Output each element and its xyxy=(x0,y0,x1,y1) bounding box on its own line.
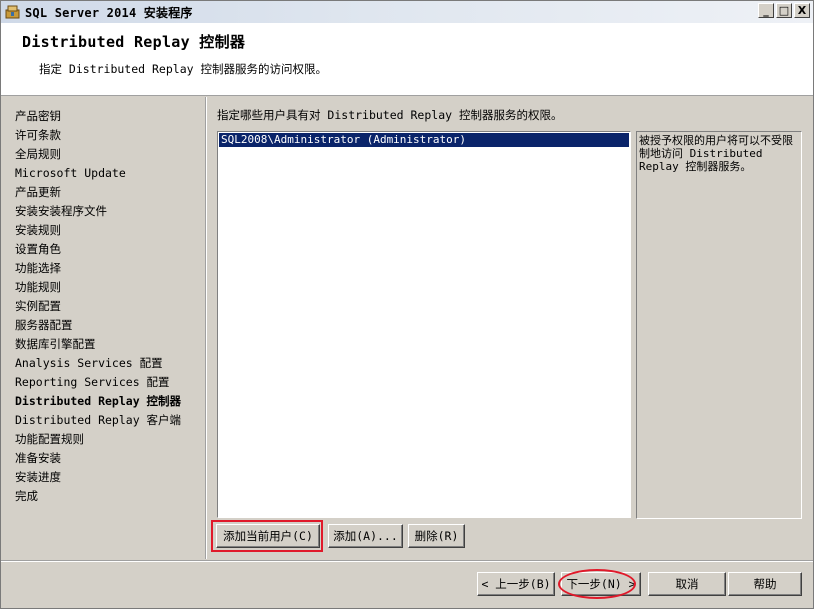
step-item[interactable]: 功能选择 xyxy=(15,259,181,278)
help-button[interactable]: 帮助 xyxy=(728,572,802,596)
page-header: Distributed Replay 控制器 指定 Distributed Re… xyxy=(1,23,813,96)
user-listbox[interactable]: SQL2008\Administrator (Administrator) xyxy=(217,131,631,518)
step-item[interactable]: 安装进度 xyxy=(15,468,181,487)
sql-server-setup-icon xyxy=(5,5,20,19)
step-item[interactable]: 数据库引擎配置 xyxy=(15,335,181,354)
footer-divider xyxy=(1,560,813,562)
step-item[interactable]: 功能规则 xyxy=(15,278,181,297)
step-item[interactable]: Reporting Services 配置 xyxy=(15,373,181,392)
user-list-item[interactable]: SQL2008\Administrator (Administrator) xyxy=(219,133,629,147)
step-item[interactable]: 设置角色 xyxy=(15,240,181,259)
add-user-button[interactable]: 添加(A)... xyxy=(328,524,403,548)
description-panel: 被授予权限的用户将可以不受限制地访问 Distributed Replay 控制… xyxy=(636,131,802,519)
step-item[interactable]: 准备安装 xyxy=(15,449,181,468)
highlight-ellipse xyxy=(558,569,636,599)
step-item[interactable]: 功能配置规则 xyxy=(15,430,181,449)
step-item[interactable]: Distributed Replay 客户端 xyxy=(15,411,181,430)
step-navigation: 产品密钥 许可条款 全局规则 Microsoft Update 产品更新 安装安… xyxy=(15,107,181,506)
page-subtitle: 指定 Distributed Replay 控制器服务的访问权限。 xyxy=(39,62,327,76)
step-item[interactable]: 服务器配置 xyxy=(15,316,181,335)
maximize-button[interactable]: □ xyxy=(776,3,792,18)
page-title: Distributed Replay 控制器 xyxy=(22,33,246,51)
cancel-button[interactable]: 取消 xyxy=(648,572,726,596)
step-item[interactable]: 产品更新 xyxy=(15,183,181,202)
step-item[interactable]: 产品密钥 xyxy=(15,107,181,126)
minimize-button[interactable]: _ xyxy=(758,3,774,18)
step-item[interactable]: 实例配置 xyxy=(15,297,181,316)
step-item-current[interactable]: Distributed Replay 控制器 xyxy=(15,392,181,411)
step-item[interactable]: 许可条款 xyxy=(15,126,181,145)
instruction-text: 指定哪些用户具有对 Distributed Replay 控制器服务的权限。 xyxy=(217,108,563,122)
close-button[interactable]: X xyxy=(794,3,810,18)
step-item[interactable]: Microsoft Update xyxy=(15,164,181,183)
step-item[interactable]: 安装安装程序文件 xyxy=(15,202,181,221)
step-item[interactable]: 安装规则 xyxy=(15,221,181,240)
vertical-divider xyxy=(205,97,207,559)
setup-window: SQL Server 2014 安装程序 _ □ X Distributed R… xyxy=(0,0,814,609)
remove-user-button[interactable]: 删除(R) xyxy=(408,524,465,548)
step-item[interactable]: 完成 xyxy=(15,487,181,506)
step-item[interactable]: Analysis Services 配置 xyxy=(15,354,181,373)
highlight-rectangle xyxy=(211,520,323,552)
step-item[interactable]: 全局规则 xyxy=(15,145,181,164)
window-title: SQL Server 2014 安装程序 xyxy=(25,6,193,20)
title-bar[interactable]: SQL Server 2014 安装程序 _ □ X xyxy=(1,1,813,23)
back-button[interactable]: < 上一步(B) xyxy=(477,572,555,596)
